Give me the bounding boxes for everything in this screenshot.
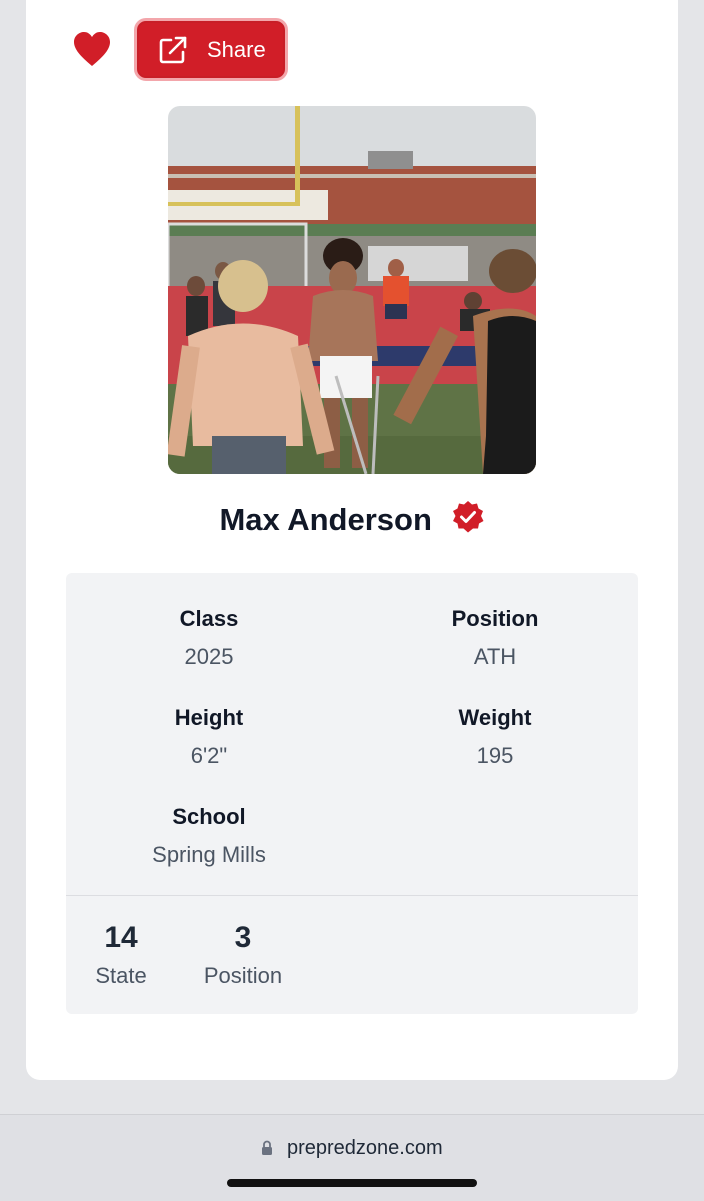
browser-bottom-bar: prepredzone.com: [0, 1114, 704, 1201]
detail-label: Position: [451, 606, 539, 631]
athlete-name: Max Anderson: [219, 502, 432, 537]
profile-photo: [168, 106, 536, 474]
detail-weight: Weight 195: [352, 705, 638, 769]
detail-value: 6'2": [190, 743, 228, 768]
detail-label: School: [172, 804, 246, 829]
ranking-position: 3 Position: [188, 921, 298, 989]
detail-position: Position ATH: [352, 606, 638, 670]
share-button[interactable]: Share: [134, 18, 288, 81]
detail-value: ATH: [473, 644, 517, 669]
detail-label: Height: [174, 705, 244, 730]
ranking-label: State: [95, 963, 147, 988]
detail-value: 2025: [184, 644, 234, 669]
divider: [66, 895, 638, 896]
details-panel: Class 2025 Position ATH Height 6'2" Weig…: [66, 573, 638, 1014]
url-text: prepredzone.com: [286, 1137, 443, 1159]
ranking-state: 14 State: [66, 921, 176, 989]
detail-value: 195: [476, 743, 514, 768]
lock-icon: [261, 1139, 273, 1162]
athlete-name-row: Max Anderson: [0, 500, 704, 542]
detail-value: Spring Mills: [152, 842, 266, 867]
favorite-button[interactable]: [72, 30, 112, 70]
detail-school: School Spring Mills: [66, 804, 352, 868]
detail-label: Weight: [458, 705, 532, 730]
detail-class: Class 2025: [66, 606, 352, 670]
heart-icon: [74, 32, 110, 66]
ranking-value: 3: [234, 921, 252, 954]
ranking-label: Position: [203, 963, 283, 988]
external-link-icon: [159, 36, 187, 63]
detail-height: Height 6'2": [66, 705, 352, 769]
home-indicator[interactable]: [227, 1179, 477, 1187]
detail-label: Class: [179, 606, 239, 631]
address-bar[interactable]: prepredzone.com: [0, 1137, 704, 1162]
share-button-label: Share: [207, 36, 266, 62]
verified-badge-icon: [451, 500, 485, 542]
ranking-value: 14: [104, 921, 138, 954]
